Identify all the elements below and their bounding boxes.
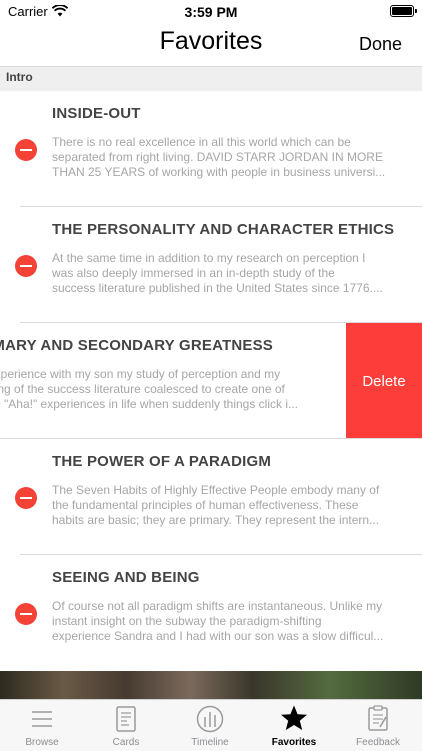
excerpt-line: At the same time in addition to my resea… — [52, 251, 366, 265]
tab-label: Cards — [112, 737, 140, 748]
section-header: Intro — [0, 67, 422, 91]
clipboard-icon — [368, 705, 388, 731]
list-item-content: IMARY AND SECONDARY GREATNESS experience… — [0, 337, 334, 412]
excerpt-line: THAN 25 YEARS of working with people in … — [52, 165, 386, 179]
tab-feedback[interactable]: Feedback — [336, 700, 420, 751]
excerpt-line: habits are basic; they are primary. They… — [52, 513, 380, 527]
star-icon — [281, 705, 307, 730]
excerpt-line: experience with my son my study of perce… — [0, 367, 281, 381]
list-item-excerpt: There is no real excellence in all this … — [52, 135, 410, 180]
delete-minus-icon[interactable] — [15, 139, 37, 161]
excerpt-line: success literature published in the Unit… — [52, 281, 383, 295]
cards-icon — [116, 706, 136, 732]
list-item[interactable]: THE PERSONALITY AND CHARACTER ETHICS At … — [0, 207, 422, 323]
delete-minus-icon[interactable] — [15, 255, 37, 277]
favorites-list: INSIDE-OUT There is no real excellence i… — [0, 91, 422, 671]
done-button[interactable]: Done — [359, 34, 402, 55]
delete-minus-icon[interactable] — [15, 603, 37, 625]
delete-minus-icon[interactable] — [15, 487, 37, 509]
excerpt-line: was also deeply immersed in an in-depth … — [52, 266, 335, 280]
excerpt-line: Of course not all paradigm shifts are in… — [52, 599, 383, 613]
excerpt-line: separated from right living. DAVID STARR… — [52, 150, 383, 164]
list-item-content: INSIDE-OUT There is no real excellence i… — [52, 105, 410, 180]
excerpt-line: se "Aha!" experiences in life when sudde… — [0, 397, 299, 411]
excerpt-line: The Seven Habits of Highly Effective Peo… — [52, 483, 380, 497]
excerpt-line: the fundamental principles of human effe… — [52, 498, 359, 512]
list-item-swiped[interactable]: IMARY AND SECONDARY GREATNESS experience… — [0, 323, 422, 439]
list-item-excerpt: Of course not all paradigm shifts are in… — [52, 599, 410, 644]
list-item-content: THE PERSONALITY AND CHARACTER ETHICS At … — [52, 221, 410, 296]
excerpt-line: instant insight on the subway the paradi… — [52, 614, 322, 628]
tab-timeline[interactable]: Timeline — [168, 700, 252, 751]
list-item[interactable]: SEEING AND BEING Of course not all parad… — [0, 555, 422, 671]
tab-label: Timeline — [191, 737, 229, 748]
list-item[interactable]: THE POWER OF A PARADIGM The Seven Habits… — [0, 439, 422, 555]
excerpt-line: There is no real excellence in all this … — [52, 135, 351, 149]
list-item-title: THE PERSONALITY AND CHARACTER ETHICS — [52, 221, 395, 238]
delete-button[interactable]: Delete — [346, 323, 422, 439]
status-bar: Carrier 3:59 PM — [0, 0, 422, 22]
tab-label: Favorites — [271, 737, 317, 748]
section-header-label: Intro — [6, 70, 33, 84]
tab-favorites[interactable]: Favorites — [252, 700, 336, 751]
list-item-excerpt: experience with my son my study of perce… — [0, 367, 334, 412]
background-image-strip — [0, 671, 422, 699]
list-item-excerpt: The Seven Habits of Highly Effective Peo… — [52, 483, 410, 528]
list-item[interactable]: INSIDE-OUT There is no real excellence i… — [0, 91, 422, 207]
list-item-title: THE POWER OF A PARADIGM — [52, 453, 272, 470]
battery-icon — [390, 5, 417, 17]
tab-label: Browse — [25, 737, 59, 748]
tab-bar: Browse Cards Timeline Favorites Feedback — [0, 699, 422, 751]
list-icon — [32, 711, 52, 727]
list-item-excerpt: At the same time in addition to my resea… — [52, 251, 410, 296]
tab-label: Feedback — [356, 737, 400, 748]
clock: 3:59 PM — [184, 4, 238, 20]
navigation-bar: Favorites Done — [0, 22, 422, 67]
timeline-icon — [196, 705, 224, 733]
list-item-title: SEEING AND BEING — [52, 569, 200, 586]
excerpt-line: experience Sandra and I had with our son… — [52, 629, 384, 643]
list-item-title: IMARY AND SECONDARY GREATNESS — [0, 337, 273, 354]
tab-browse[interactable]: Browse — [0, 700, 84, 751]
list-item-content: SEEING AND BEING Of course not all parad… — [52, 569, 410, 644]
tab-cards[interactable]: Cards — [84, 700, 168, 751]
list-item-title: INSIDE-OUT — [52, 105, 141, 122]
list-item-content: THE POWER OF A PARADIGM The Seven Habits… — [52, 453, 410, 528]
excerpt-line: ding of the success literature coalesced… — [0, 382, 285, 396]
